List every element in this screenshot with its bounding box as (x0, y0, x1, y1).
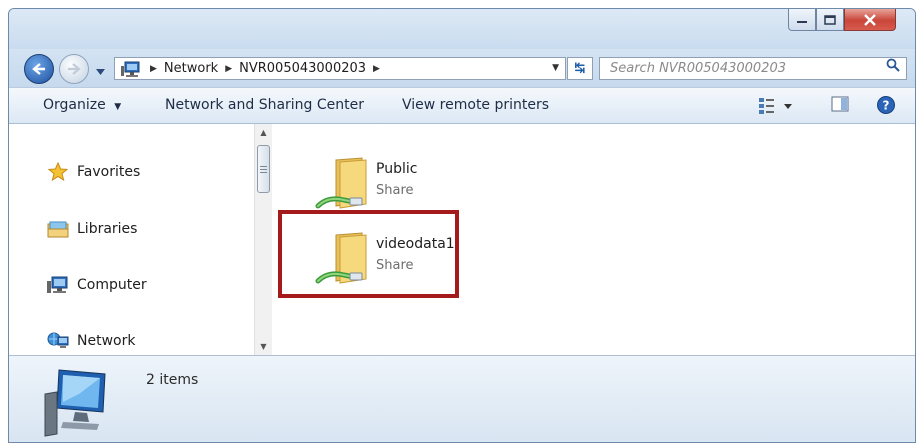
back-button[interactable] (24, 54, 54, 84)
breadcrumb-arrow-icon: ▶ (373, 63, 380, 74)
computer-icon (47, 275, 69, 295)
nav-item-computer[interactable]: Computer (47, 275, 147, 295)
search-icon[interactable] (886, 58, 900, 79)
minimize-icon (797, 20, 807, 23)
navigation-pane: Favorites Libraries Computer Network (9, 124, 249, 355)
breadcrumb-nvr[interactable]: NVR005043000203 (239, 61, 366, 76)
maximize-icon (824, 14, 836, 25)
remote-printers-label: View remote printers (402, 97, 550, 113)
forward-button[interactable] (59, 54, 89, 84)
scrollbar-thumb[interactable] (257, 145, 270, 193)
navigation-scrollbar[interactable]: ▲ ▼ (254, 124, 272, 355)
change-view-button[interactable] (758, 95, 794, 119)
recent-pages-dropdown[interactable] (96, 63, 105, 79)
nav-item-label: Libraries (77, 221, 138, 237)
preview-pane-button[interactable] (831, 95, 849, 117)
breadcrumb-arrow-icon: ▶ (225, 63, 233, 74)
nav-item-network[interactable]: Network (47, 331, 135, 351)
nav-item-label: Network (77, 333, 136, 349)
star-icon (47, 162, 69, 182)
explorer-window: ▶ Network ▶ NVR005043000203 ▶ ▼ ↹ Search… (8, 8, 916, 443)
chevron-down-icon (96, 69, 105, 75)
shared-folder-icon (315, 232, 367, 284)
views-icon (759, 98, 792, 114)
address-row: ▶ Network ▶ NVR005043000203 ▶ ▼ ↹ Search… (9, 49, 915, 87)
breadcrumb-arrow-icon: ▶ (150, 63, 157, 74)
details-pane: 2 items (9, 355, 915, 442)
search-input[interactable]: Search NVR005043000203 (599, 57, 907, 80)
network-computer-icon (121, 61, 140, 77)
refresh-button[interactable]: ↹ (567, 57, 593, 80)
address-dropdown-icon[interactable]: ▼ (552, 63, 559, 73)
file-type: Share (376, 258, 414, 273)
file-name: videodata1 (376, 236, 455, 252)
breadcrumb-network[interactable]: Network (164, 61, 218, 76)
preview-pane-icon (831, 96, 849, 112)
network-icon (47, 331, 69, 351)
scroll-up-icon[interactable]: ▲ (255, 124, 272, 141)
grip-icon (260, 165, 267, 173)
title-bar (9, 9, 915, 49)
search-placeholder: Search NVR005043000203 (610, 61, 786, 76)
nav-item-label: Favorites (77, 164, 141, 180)
maximize-button[interactable] (816, 9, 844, 31)
close-icon (864, 13, 876, 26)
nav-item-libraries[interactable]: Libraries (47, 219, 137, 239)
svg-text:?: ? (883, 99, 890, 113)
file-item-public[interactable]: Public Share (314, 152, 484, 222)
file-list: Public Share videodata1 Share (274, 124, 915, 355)
organize-label: Organize (43, 97, 106, 113)
refresh-icon: ↹ (574, 61, 586, 76)
network-sharing-label: Network and Sharing Center (165, 97, 365, 113)
libraries-icon (47, 219, 69, 239)
content-area: Favorites Libraries Computer Network ▲ ▼… (9, 124, 915, 355)
shared-folder-icon (315, 157, 367, 209)
computer-icon (44, 369, 106, 437)
view-remote-printers-button[interactable]: View remote printers (402, 97, 549, 113)
scroll-down-icon[interactable]: ▼ (255, 338, 272, 355)
file-name: Public (376, 161, 418, 177)
arrow-right-icon (68, 63, 81, 75)
nav-item-favorites[interactable]: Favorites (47, 162, 140, 182)
file-type: Share (376, 183, 414, 198)
address-bar[interactable]: ▶ Network ▶ NVR005043000203 ▶ ▼ (114, 57, 566, 80)
organize-button[interactable]: Organize ▼ (43, 97, 121, 113)
command-bar: Organize ▼ Network and Sharing Center Vi… (9, 87, 915, 124)
item-count: 2 items (146, 372, 199, 388)
close-button[interactable] (844, 9, 896, 31)
help-button[interactable]: ? (876, 95, 896, 119)
arrow-left-icon (32, 63, 45, 75)
nav-item-label: Computer (77, 277, 147, 293)
help-icon: ? (877, 96, 895, 114)
chevron-down-icon: ▼ (114, 102, 122, 112)
file-item-videodata1[interactable]: videodata1 Share (314, 227, 484, 297)
minimize-button[interactable] (788, 9, 816, 31)
network-sharing-center-button[interactable]: Network and Sharing Center (165, 97, 364, 113)
